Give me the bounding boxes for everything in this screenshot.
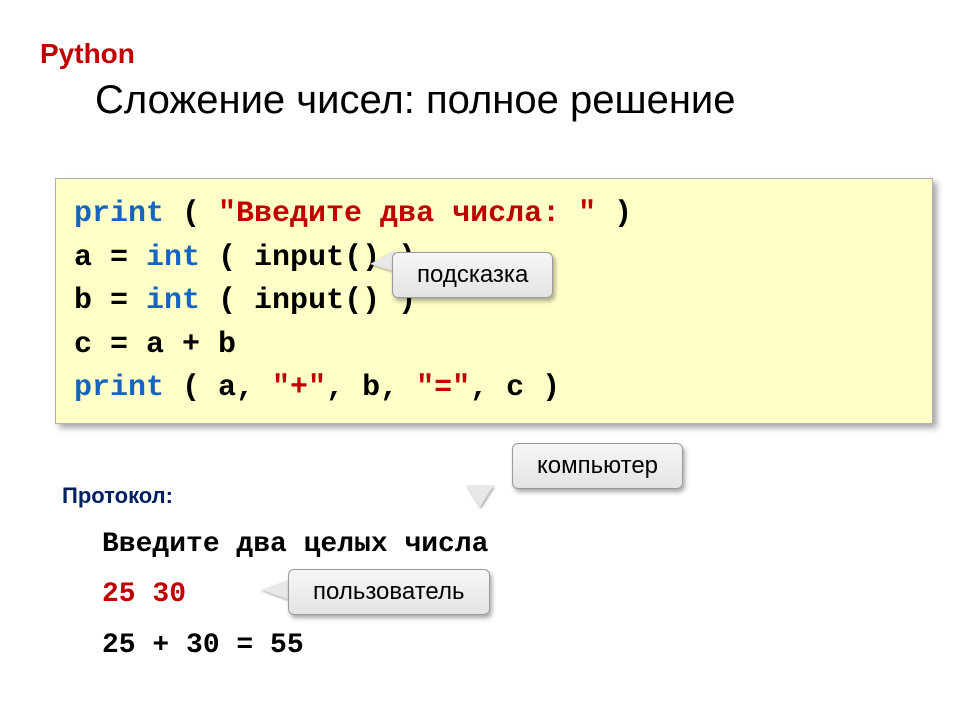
keyword-print: print — [74, 371, 164, 405]
keyword-print: print — [74, 197, 164, 231]
language-label: Python — [40, 38, 135, 70]
protocol-label: Протокол: — [62, 483, 173, 509]
code-text: = — [92, 241, 146, 275]
code-text: ) — [596, 197, 632, 231]
code-block: print ( "Введите два числа: " ) a = int … — [55, 178, 933, 424]
code-text: , c ) — [470, 371, 560, 405]
code-line-5: print ( a, "+", b, "=", c ) — [74, 367, 914, 411]
callout-tail — [466, 485, 494, 507]
protocol-output: 25 + 30 = 55 — [102, 621, 488, 671]
code-text: ( input() ) — [200, 284, 416, 318]
code-text: ( — [164, 197, 218, 231]
protocol-input: 25 30 — [102, 570, 488, 620]
code-text: b — [74, 284, 92, 318]
callout-hint: подсказка — [392, 252, 553, 298]
keyword-int: int — [146, 284, 200, 318]
string-literal: "=" — [416, 371, 470, 405]
code-text: a — [74, 241, 92, 275]
protocol-block: Введите два целых числа 25 30 25 + 30 = … — [102, 520, 488, 671]
slide-title: Сложение чисел: полное решение — [95, 78, 736, 123]
keyword-int: int — [146, 241, 200, 275]
code-line-4: c = a + b — [74, 324, 914, 368]
code-text: ( a, — [164, 371, 272, 405]
code-text: , b, — [326, 371, 416, 405]
string-literal: "Введите два числа: " — [218, 197, 596, 231]
code-line-1: print ( "Введите два числа: " ) — [74, 193, 914, 237]
callout-computer: компьютер — [512, 443, 683, 489]
string-literal: "+" — [272, 371, 326, 405]
protocol-prompt: Введите два целых числа — [102, 520, 488, 570]
code-text: = — [92, 284, 146, 318]
